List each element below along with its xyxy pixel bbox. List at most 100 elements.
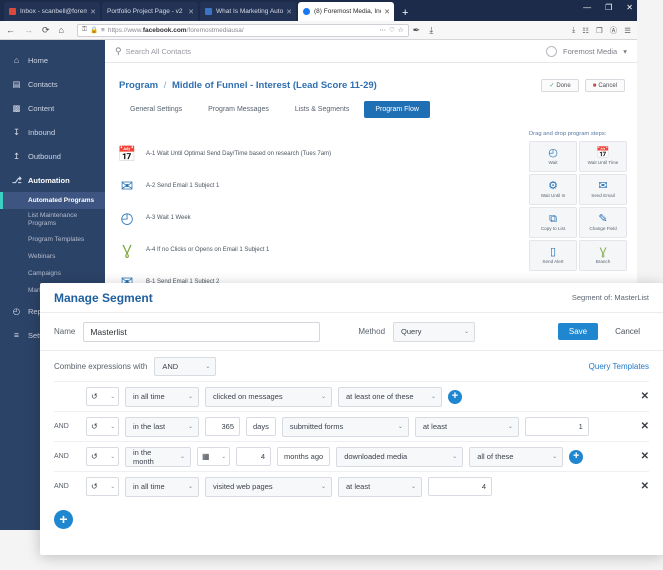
name-input[interactable]: Masterlist [83, 321, 321, 342]
date-picker-select[interactable]: ▦ ⌄ [197, 447, 230, 466]
library-icon[interactable]: ☷ [582, 26, 589, 35]
back-icon[interactable]: ← [6, 25, 15, 35]
condition-select[interactable]: downloaded media ⌄ [336, 446, 464, 467]
close-icon[interactable]: ✕ [286, 8, 292, 16]
sidebar-item-content[interactable]: ▩ Content [0, 96, 105, 120]
modal-cancel-button[interactable]: Cancel [606, 323, 649, 340]
browser-tab-4-active[interactable]: (8) Foremost Media, Inc. | Fac... ✕ [298, 2, 394, 21]
tab-general-settings[interactable]: General Settings [119, 101, 193, 118]
reader-icon[interactable]: ♡ [389, 26, 395, 34]
remove-row-button[interactable]: ✕ [641, 481, 649, 492]
qualifier-select[interactable]: at least ⌄ [338, 476, 422, 497]
account-menu[interactable]: Foremost Media ▾ [546, 45, 627, 57]
more-icon[interactable]: ⋯ [379, 26, 386, 34]
window-close-icon[interactable]: ✕ [626, 3, 633, 12]
flow-step-a1[interactable]: 📅 A-1 Wait Until Optimal Send Day/Time b… [113, 138, 413, 170]
timeframe-select[interactable]: in the last ⌄ [125, 416, 199, 437]
timeframe-select[interactable]: in all time ⌄ [125, 476, 199, 497]
add-subcondition-button[interactable]: + [448, 389, 462, 404]
flow-step-a2[interactable]: ✉ A-2 Send Email 1 Subject 1 [113, 170, 413, 202]
history-select[interactable]: ↺ ⌄ [86, 417, 119, 436]
chevron-down-icon: ⌄ [464, 329, 470, 335]
search-input[interactable]: ⚲ Search All Contacts [115, 46, 191, 57]
close-icon[interactable]: ✕ [384, 8, 390, 16]
tab-program-flow[interactable]: Program Flow [364, 101, 430, 118]
palette-tile-send-email[interactable]: ✉ Send Email [579, 174, 627, 205]
browser-tab-3[interactable]: What Is Marketing Automatio... ✕ [200, 2, 296, 21]
history-select[interactable]: ↺ ⌄ [86, 387, 119, 406]
breadcrumb-root[interactable]: Program [119, 80, 158, 91]
qualifier-select[interactable]: all of these ⌄ [469, 446, 564, 467]
sidebar-subitem-webinars[interactable]: Webinars [0, 248, 105, 265]
qualifier-select[interactable]: at least ⌄ [414, 416, 519, 437]
palette-tile-wait-until-time[interactable]: 📅 Wait Until Time [579, 141, 627, 172]
save-button[interactable]: Save [557, 323, 599, 340]
timeframe-number-input[interactable]: 4 [236, 447, 271, 466]
palette-tile-change-field[interactable]: ✎ Change Field [579, 207, 627, 238]
minimize-icon[interactable]: — [583, 3, 591, 12]
combine-select[interactable]: AND ⌄ [154, 356, 217, 376]
close-icon[interactable]: ✕ [90, 8, 96, 16]
forward-icon[interactable]: → [24, 25, 33, 35]
condition-select[interactable]: clicked on messages ⌄ [205, 386, 332, 407]
remove-row-button[interactable]: ✕ [641, 421, 649, 432]
query-templates-link[interactable]: Query Templates [589, 362, 649, 371]
browser-tab-2[interactable]: Portfolio Project Page - v2 ✕ [102, 2, 198, 21]
tab-favicon [9, 8, 16, 15]
account-icon[interactable]: Ⓐ [610, 25, 618, 36]
condition-select[interactable]: submitted forms ⌄ [281, 416, 409, 437]
add-subcondition-button[interactable]: + [569, 449, 584, 464]
sidebar-subitem-automated-programs[interactable]: Automated Programs [0, 192, 105, 209]
downloads-icon[interactable]: ⤓ [572, 25, 575, 35]
sidebar-subitem-list-maintenance-programs[interactable]: List Maintenance Programs [0, 209, 105, 231]
condition-select[interactable]: visited web pages ⌄ [205, 476, 332, 497]
add-expression-button[interactable]: + [54, 509, 73, 529]
sidebar-item-outbound[interactable]: ↥ Outbound [0, 144, 105, 168]
new-tab-button[interactable]: + [402, 8, 408, 19]
qualifier-select[interactable]: at least one of these ⌄ [338, 386, 442, 407]
url-bar[interactable]: ⚿ 🔒 ≡ https://www.facebook.com/foremostm… [76, 23, 409, 37]
palette-tile-copy-to-list[interactable]: ⧉ Copy to List [529, 207, 577, 238]
done-button[interactable]: ✓ Done [541, 79, 579, 92]
tab-label: (8) Foremost Media, Inc. | Fac... [314, 8, 381, 15]
close-icon[interactable]: ✕ [188, 8, 194, 16]
qualifier-value-input[interactable]: 1 [524, 417, 589, 436]
tab-program-messages[interactable]: Program Messages [197, 101, 280, 118]
method-select[interactable]: Query ⌄ [393, 321, 476, 342]
remove-row-button[interactable]: ✕ [641, 451, 649, 462]
edit-icon[interactable]: ✒ [413, 25, 421, 36]
bookmark-star-icon[interactable]: ☆ [398, 26, 404, 34]
qualifier-value-input[interactable]: 4 [428, 477, 492, 496]
tab-lists-segments[interactable]: Lists & Segments [284, 101, 360, 118]
palette-tile-label: Branch [595, 259, 611, 264]
maximize-icon[interactable]: ❐ [605, 3, 612, 12]
cancel-button[interactable]: ■ Cancel [584, 79, 625, 92]
home-icon[interactable]: ⌂ [59, 25, 64, 35]
flow-step-a4[interactable]: Ɣ A-4 If no Clicks or Opens on Email 1 S… [113, 234, 413, 266]
timeframe-value: in all time [133, 482, 165, 491]
history-select[interactable]: ↺ ⌄ [86, 447, 119, 466]
sidebar-item-contacts[interactable]: ▤ Contacts [0, 72, 105, 96]
sidebar-item-inbound[interactable]: ↧ Inbound [0, 120, 105, 144]
sidebar-icon[interactable]: ❐ [596, 26, 603, 35]
sidebar-item-home[interactable]: ⌂ Home [0, 48, 105, 72]
palette-tile-branch[interactable]: Ɣ Branch [579, 240, 627, 271]
remove-row-button[interactable]: ✕ [641, 391, 649, 402]
timeframe-select[interactable]: in all time ⌄ [125, 386, 199, 407]
lock-icon: 🔒 [89, 27, 99, 34]
history-select[interactable]: ↺ ⌄ [86, 477, 119, 496]
palette-tile-wait-until-in[interactable]: ⚙ Wait Until In [529, 174, 577, 205]
timeframe-select[interactable]: in the month ⌄ [125, 446, 191, 467]
browser-tab-1[interactable]: Inbox - scanbell@foremost... ✕ [4, 2, 100, 21]
flow-step-a3[interactable]: ◴ A-3 Wait 1 Week [113, 202, 413, 234]
palette-tile-wait[interactable]: ◴ Wait [529, 141, 577, 172]
timeframe-number-input[interactable]: 365 [205, 417, 240, 436]
palette-tile-send-alert[interactable]: ▯ Send Alert [529, 240, 577, 271]
save-page-icon[interactable]: ⤓ [429, 25, 433, 36]
menu-icon[interactable]: ☰ [624, 26, 631, 35]
sidebar-item-automation[interactable]: ⎇ Automation [0, 168, 105, 192]
sidebar-subitem-campaigns[interactable]: Campaigns [0, 265, 105, 282]
reload-icon[interactable]: ⟳ [42, 25, 50, 36]
sidebar-subitem-program-templates[interactable]: Program Templates [0, 231, 105, 248]
pencil-square-icon: ✎ [598, 213, 608, 225]
